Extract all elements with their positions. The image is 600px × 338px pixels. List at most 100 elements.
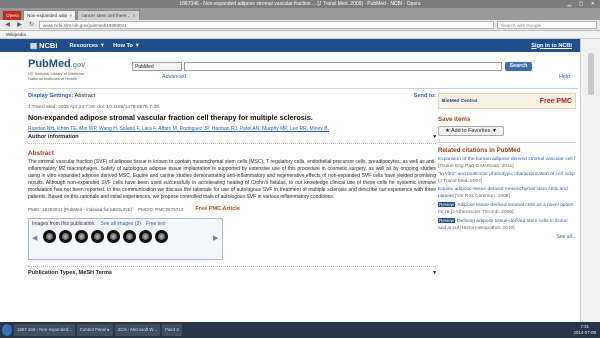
database-select[interactable]: PubMed — [132, 62, 182, 71]
pubtypes-row[interactable]: Publication Types, MeSH Terms ▾ — [28, 266, 436, 276]
image-thumbnail[interactable] — [91, 230, 104, 243]
address-bar: ◀ ▶ ↻ www.ncbi.nlm.nih.gov/pubmed/193930… — [0, 20, 600, 31]
web-search-field[interactable]: Search with Google — [497, 21, 597, 29]
nlm-subtitle: US National Library of Medicine National … — [28, 71, 84, 81]
page-scrollbar[interactable] — [580, 39, 600, 322]
logo-part: Pub — [28, 58, 49, 70]
related-citation[interactable]: Expansion of the human adipose-derived s… — [438, 157, 576, 170]
taskbar-item[interactable]: 2CH - Microsoft W... — [114, 324, 160, 336]
ncbi-logo-text: NCBI — [39, 41, 58, 50]
images-panel: Images from this publication. See all im… — [28, 218, 223, 260]
forward-arrow-icon[interactable]: ▶ — [15, 21, 24, 29]
tab-pubmed[interactable]: Non-expanded adip ✕ — [23, 10, 77, 20]
clock-date: 2014-07-09 — [573, 330, 596, 335]
chevron-down-icon[interactable]: ▾ — [433, 270, 436, 276]
related-citations-list: Expansion of the human adipose-derived s… — [438, 157, 576, 232]
see-all-images-link[interactable]: See all images (2) — [101, 221, 141, 227]
tab-strip: Opera Non-expanded adip ✕ cancer stem cel… — [0, 8, 600, 20]
related-citation-title[interactable]: Expansion of the human adipose-derived s… — [438, 157, 575, 162]
save-items-heading: Save items — [438, 116, 471, 123]
next-arrow-icon[interactable]: ▶ — [213, 234, 218, 242]
image-thumbnail[interactable] — [139, 230, 152, 243]
identifiers-row: PMID: 19393041 [PubMed - indexed for MED… — [28, 206, 436, 212]
image-thumbnail[interactable] — [123, 230, 136, 243]
send-to-link[interactable]: Send to: — [414, 93, 436, 99]
back-arrow-icon[interactable]: ◀ — [3, 21, 12, 29]
search-button[interactable]: Search — [505, 62, 532, 71]
tab-label: Non-expanded adip — [27, 13, 68, 18]
related-citation-title[interactable]: "In vitro" and multicolor phenotypic cha… — [438, 172, 575, 177]
related-citation-source: [J Transl Med. 2007] — [438, 178, 483, 184]
pubtypes-label: Publication Types, MeSH Terms — [28, 270, 113, 276]
chevron-down-icon[interactable]: ▾ — [433, 134, 436, 140]
url-field[interactable]: www.ncbi.nlm.nih.gov/pubmed/19393041 — [39, 21, 494, 29]
related-citation[interactable]: "In vitro" and multicolor phenotypic cha… — [438, 172, 576, 185]
related-citation[interactable]: Review Defining adipose tissue-derived st… — [438, 218, 576, 232]
help-link[interactable]: Help — [559, 74, 570, 80]
ncbi-logo-icon: ▤ — [30, 41, 38, 50]
image-thumbnail[interactable] — [155, 230, 168, 243]
system-clock[interactable]: 7:31 2014-07-09 — [574, 324, 596, 336]
ncbi-header: ▤ NCBI Resources ▼ How To ▼ Sign in to NC… — [0, 39, 580, 52]
see-all-related-link[interactable]: See all... — [438, 234, 576, 240]
article-title: Non-expanded adipose stromal vascular fr… — [28, 113, 313, 122]
image-thumbnail[interactable] — [59, 230, 72, 243]
close-icon[interactable]: ✕ — [69, 11, 72, 20]
previous-arrow-icon[interactable]: ◀ — [32, 234, 37, 242]
scrollbar-thumb[interactable] — [588, 53, 594, 95]
divider — [28, 88, 578, 89]
taskbar-item[interactable]: 1887 346 - Non-expanded... — [14, 324, 75, 336]
image-thumbnail[interactable] — [43, 230, 56, 243]
nih-line: National Institutes of Health — [28, 76, 77, 81]
review-badge: Review — [438, 202, 456, 207]
author-info-row[interactable]: Author information ▾ — [28, 134, 436, 144]
tab-label: cancer stem cell there... — [81, 13, 131, 18]
resources-menu[interactable]: Resources ▼ — [69, 43, 105, 49]
signin-link[interactable]: Sign in to NCBI — [531, 43, 572, 49]
pubmed-search-area: PubMed.gov US National Library of Medici… — [28, 54, 578, 84]
search-input[interactable] — [184, 62, 502, 71]
image-thumbnail[interactable] — [107, 230, 120, 243]
pubmed-logo[interactable]: PubMed.gov — [28, 58, 85, 70]
taskbar-item[interactable]: Control Panel ▸ — [76, 324, 113, 336]
image-thumbnail[interactable] — [75, 230, 88, 243]
abstract-heading: Abstract — [28, 150, 54, 157]
article-main: Display Settings: Abstract Send to: J Tr… — [28, 93, 436, 276]
author-list[interactable]: Riordan NH, Ichim TE, Min WP, Wang H, So… — [28, 126, 436, 132]
bookmark-wikipedia[interactable]: Wikipedia — [6, 32, 26, 37]
tab-cancer[interactable]: cancer stem cell there... ✕ — [77, 10, 140, 20]
related-citation[interactable]: Equine adipose-tissue derived mesenchyma… — [438, 187, 576, 200]
author-info-label: Author information — [28, 134, 79, 140]
related-citation-source: [Tissue Eng Part C Methods. 2011] — [438, 163, 514, 169]
related-citation-source: [Vet Res Commun. 2008] — [455, 193, 510, 199]
window-titlebar: 1887346 - Non-expanded adipose stromal v… — [0, 0, 600, 8]
free-text-link[interactable]: Free text — [146, 221, 166, 227]
citation: J Transl Med. 2009 Apr 24;7:29. doi: 10.… — [28, 105, 161, 110]
logo-part: Med — [48, 58, 71, 70]
related-citation-source: [Histol Histopathol. 2010] — [460, 225, 515, 231]
tab-opera-menu[interactable]: Opera — [2, 10, 22, 20]
review-badge: Review — [438, 218, 456, 223]
logo-part: .gov — [70, 62, 86, 69]
howto-menu[interactable]: How To ▼ — [113, 43, 140, 49]
advanced-search-link[interactable]: Advanced — [162, 74, 186, 80]
bookmarks-bar: Wikipedia — [0, 31, 600, 39]
display-settings-link[interactable]: Display Settings: — [28, 93, 73, 99]
display-format: Abstract — [74, 93, 96, 99]
start-button[interactable] — [2, 324, 12, 336]
related-citations-heading: Related citations in PubMed — [438, 147, 521, 154]
window-title: 1887346 - Non-expanded adipose stromal v… — [179, 1, 421, 7]
reload-icon[interactable]: ↻ — [27, 21, 36, 29]
publisher-banner[interactable]: BioMed Central Free PMC — [438, 93, 576, 109]
related-citation[interactable]: Review Adipose tissue-derived stromal cel… — [438, 202, 576, 216]
os-taskbar: 1887 346 - Non-expanded... Control Panel… — [0, 322, 600, 338]
ncbi-logo[interactable]: ▤ NCBI — [30, 41, 57, 50]
taskbar-item[interactable]: Paint 3 — [162, 324, 182, 336]
add-to-favorites-button[interactable]: ★ Add to Favorites ▼ — [438, 126, 505, 136]
close-icon[interactable]: ✕ — [132, 11, 135, 20]
free-pmc-link[interactable]: Free PMC Article — [195, 206, 240, 212]
pmcid: PMCID: PMC2679713 — [137, 206, 184, 212]
free-pmc-badge: Free PMC — [539, 97, 572, 105]
biomed-central-logo: BioMed Central — [442, 98, 478, 104]
window-controls[interactable]: ▁ ▢ ✕ — [567, 0, 598, 8]
